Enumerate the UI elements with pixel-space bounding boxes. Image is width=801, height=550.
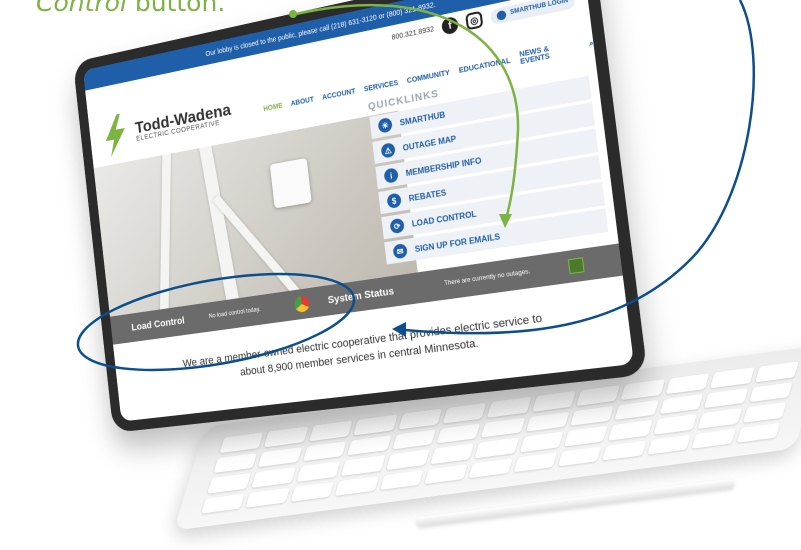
dollar-icon: $ <box>386 192 402 209</box>
load-meter-icon <box>293 295 311 313</box>
nav-account[interactable]: ACCOUNT <box>322 88 356 101</box>
system-status-message: There are currently no outages. <box>444 269 531 288</box>
facebook-icon[interactable]: f <box>440 15 460 36</box>
search-icon[interactable]: ⌕ <box>589 40 594 49</box>
info-icon: i <box>383 167 399 184</box>
logo[interactable]: Todd-Wadena ELECTRIC COOPERATIVE <box>134 100 232 143</box>
tablet-screen: Our lobby is closed to the public, pleas… <box>82 0 634 422</box>
envelope-icon: ✉ <box>392 243 408 260</box>
quicklink-label: REBATES <box>408 187 447 203</box>
caption-rest: button. <box>126 0 226 17</box>
lightning-logo-icon <box>100 112 131 158</box>
alert-icon: ⚠ <box>380 142 396 159</box>
nav-educational[interactable]: EDUCATIONAL <box>458 57 511 74</box>
load-control-message: No load control today. <box>208 306 261 320</box>
phone-number[interactable]: 800.321.8932 <box>391 25 434 41</box>
gauge-icon: ⟳ <box>389 217 405 235</box>
quicklink-label: OUTAGE MAP <box>402 133 457 153</box>
nav-home[interactable]: HOME <box>263 102 283 113</box>
load-control-label[interactable]: Load Control <box>111 312 210 336</box>
instagram-icon[interactable]: ◎ <box>465 10 484 31</box>
smarthub-login-label: SMARTHUB LOGIN <box>509 0 569 17</box>
quicklink-label: SIGN UP FOR EMAILS <box>414 231 501 254</box>
sun-icon: ☀ <box>377 117 393 134</box>
quicklink-label: MEMBERSHIP INFO <box>405 155 482 178</box>
nav-services[interactable]: SERVICES <box>364 79 399 93</box>
bucket-truck-image <box>269 157 312 209</box>
nav-community[interactable]: COMMUNITY <box>407 69 451 85</box>
status-expand-button[interactable] <box>567 257 585 275</box>
quicklink-label: SMARTHUB <box>399 109 446 128</box>
tablet-device: Our lobby is closed to the public, pleas… <box>72 0 648 433</box>
quicklink-label: LOAD CONTROL <box>411 208 477 229</box>
smarthub-icon <box>496 9 507 21</box>
system-status-label[interactable]: System Status <box>327 279 445 306</box>
caption-text: Control button. <box>36 0 225 17</box>
caption-italic: Control <box>36 0 127 17</box>
nav-about[interactable]: ABOUT <box>290 96 314 107</box>
